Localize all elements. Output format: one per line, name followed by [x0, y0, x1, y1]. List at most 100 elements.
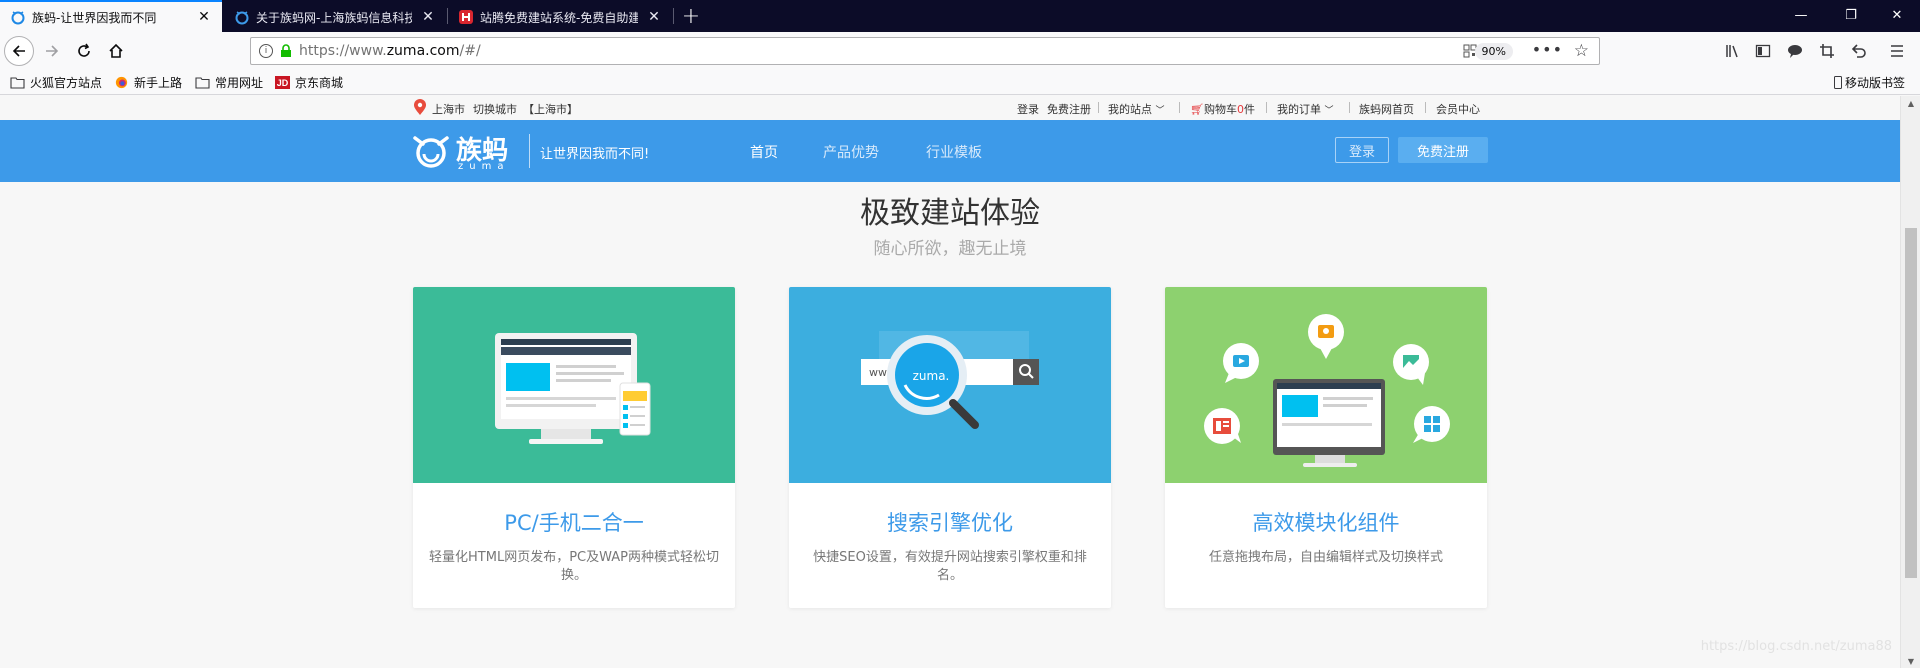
page-scrollbar[interactable]: ▲ ▼ [1900, 96, 1920, 668]
card-description: 轻量化HTML网页发布，PC及WAP两种模式轻松切换。 [429, 550, 719, 583]
card-title: 搜索引擎优化 [887, 511, 1013, 535]
magnifier-text: zuma. [913, 369, 950, 383]
forward-button[interactable] [38, 37, 66, 65]
card-description: 任意拖拽布局，自由编辑样式及切换样式 [1208, 550, 1443, 565]
my-site-menu[interactable]: 我的站点 ﹀ [1108, 101, 1165, 117]
zhanteng-icon [459, 10, 473, 24]
register-button[interactable]: 免费注册 [1398, 137, 1488, 163]
back-button[interactable] [4, 36, 34, 66]
scrollbar-thumb[interactable] [1905, 228, 1917, 578]
bookmark-label: 移动版书签 [1845, 76, 1906, 90]
cart-label: 购物车 [1203, 103, 1237, 116]
close-window-button[interactable]: ✕ [1874, 0, 1920, 30]
bookmark-mobile[interactable]: 移动版书签 [1834, 74, 1905, 91]
bookmark-jd[interactable]: JD 京东商城 [275, 74, 343, 91]
seo-search-illustration: ww zuma. [789, 287, 1111, 483]
bookmark-star-icon[interactable]: ☆ [1574, 41, 1589, 61]
register-link[interactable]: 免费注册 [1047, 101, 1091, 117]
tab-close-icon[interactable]: ✕ [196, 9, 212, 25]
library-icon[interactable] [1722, 40, 1744, 62]
site-logo[interactable]: 族蚂 zuma [412, 130, 532, 174]
tab-zhanteng[interactable]: 站腾免费建站系统-免费自助建站 ✕ [448, 2, 672, 32]
undo-icon[interactable] [1848, 40, 1870, 62]
page-actions-icon[interactable]: ••• [1532, 40, 1563, 59]
zuma-icon [235, 11, 249, 25]
bookmark-label: 火狐官方站点 [30, 76, 103, 90]
logo-subtext: zuma [458, 161, 510, 172]
slogan: 让世界因我而不同! [540, 147, 650, 162]
card-title: PC/手机二合一 [504, 511, 644, 535]
switch-city-link[interactable]: 切换城市 [473, 101, 517, 117]
bookmark-firefox-sites[interactable]: 火狐官方站点 [10, 74, 102, 91]
logo-divider [529, 134, 530, 168]
card-description: 快捷SEO设置，有效提升网站搜索引擎权重和排名。 [813, 550, 1087, 583]
zuma-home-link[interactable]: 族蚂网首页 [1359, 101, 1414, 117]
firefox-icon [115, 76, 128, 89]
menu-icon[interactable] [1886, 40, 1908, 62]
tab-zuma-home[interactable]: 族蚂-让世界因我而不同 ✕ [0, 0, 222, 32]
scroll-down-arrow-icon[interactable]: ▼ [1901, 654, 1920, 668]
bookmark-common-sites[interactable]: 常用网址 [195, 74, 263, 91]
feature-card-modules[interactable]: 高效模块化组件 任意拖拽布局，自由编辑样式及切换样式 [1165, 287, 1487, 608]
tab-about-zuma[interactable]: 关于族蚂网-上海族蚂信息科技 ✕ [224, 2, 446, 32]
new-tab-button[interactable]: + [676, 0, 706, 32]
crop-screenshot-icon[interactable] [1816, 40, 1838, 62]
selected-city: 【上海市】 [523, 103, 578, 116]
cart-unit: 件 [1243, 103, 1255, 116]
bookmark-getting-started[interactable]: 新手上路 [114, 74, 182, 91]
watermark: https://blog.csdn.net/zuma88 [1700, 639, 1892, 654]
tab-bar: 族蚂-让世界因我而不同 ✕ 关于族蚂网-上海族蚂信息科技 ✕ 站腾免费建站系统-… [0, 0, 1920, 32]
info-icon[interactable]: i [259, 44, 273, 58]
tab-close-icon[interactable]: ✕ [420, 9, 436, 25]
tab-title: 族蚂-让世界因我而不同 [32, 10, 157, 25]
divider [1098, 102, 1099, 113]
cart-link[interactable]: 🛒︎购物车0件 [1190, 101, 1255, 117]
nav-product-advantages[interactable]: 产品优势 [823, 142, 879, 162]
my-site-label: 我的站点 [1108, 103, 1152, 116]
reload-icon [78, 43, 90, 57]
svg-text:JD: JD [277, 78, 289, 88]
home-button[interactable] [102, 37, 130, 65]
chevron-down-icon: ﹀ [1155, 106, 1165, 116]
tab-close-icon[interactable]: ✕ [646, 9, 662, 25]
maximize-button[interactable]: ❐ [1828, 0, 1874, 30]
divider [1179, 102, 1180, 113]
login-button[interactable]: 登录 [1335, 137, 1389, 163]
url-bar[interactable]: i https://www.zuma.com/#/ 90% ••• ☆ [250, 37, 1600, 65]
member-center-link[interactable]: 会员中心 [1436, 101, 1480, 117]
page-content: 上海市 切换城市 【上海市】 登录 免费注册 我的站点 ﹀ 🛒︎购物车0件 我的… [0, 96, 1900, 668]
feature-card-pc-mobile[interactable]: PC/手机二合一 轻量化HTML网页发布，PC及WAP两种模式轻松切换。 [413, 287, 735, 608]
tab-divider [673, 8, 674, 24]
current-city: 上海市 [432, 103, 465, 116]
home-icon [109, 43, 123, 58]
minimize-button[interactable]: — [1778, 0, 1824, 30]
login-link[interactable]: 登录 [1017, 101, 1039, 117]
chat-icon[interactable] [1784, 40, 1806, 62]
top-info-bar: 上海市 切换城市 【上海市】 登录 免费注册 我的站点 ﹀ 🛒︎购物车0件 我的… [0, 96, 1900, 120]
sidebar-icon[interactable] [1752, 40, 1774, 62]
arrow-left-icon [12, 45, 25, 57]
cart-icon: 🛒︎ [1190, 103, 1204, 116]
my-orders-menu[interactable]: 我的订单 ﹀ [1277, 101, 1334, 117]
chevron-down-icon: ﹀ [1324, 106, 1334, 116]
reload-button[interactable] [70, 37, 98, 65]
section-title: 极致建站体验 [860, 196, 1040, 231]
bookmark-label: 京东商城 [295, 76, 344, 90]
zoom-level[interactable]: 90% [1474, 43, 1513, 60]
url-text[interactable]: https://www.zuma.com/#/ [299, 43, 481, 59]
jd-icon: JD [275, 76, 290, 89]
arrow-right-icon [46, 45, 59, 57]
divider [1266, 102, 1267, 113]
zuma-logo-icon [413, 136, 449, 168]
card-title: 高效模块化组件 [1252, 511, 1400, 535]
divider [1349, 102, 1350, 113]
lock-icon [281, 44, 291, 57]
nav-industry-templates[interactable]: 行业模板 [926, 142, 982, 162]
feature-card-seo[interactable]: ww zuma. 搜索引擎优化 快捷SEO设置，有效提升网站搜索引擎权重和排名。 [789, 287, 1111, 608]
bookmarks-toolbar: 火狐官方站点 新手上路 常用网址 JD 京东商城 移动版书签 [0, 70, 1920, 95]
scroll-up-arrow-icon[interactable]: ▲ [1901, 96, 1920, 110]
search-query-text: ww [869, 366, 887, 379]
location-pin-icon [414, 99, 426, 115]
bookmark-label: 常用网址 [215, 76, 264, 90]
nav-home[interactable]: 首页 [750, 142, 778, 162]
